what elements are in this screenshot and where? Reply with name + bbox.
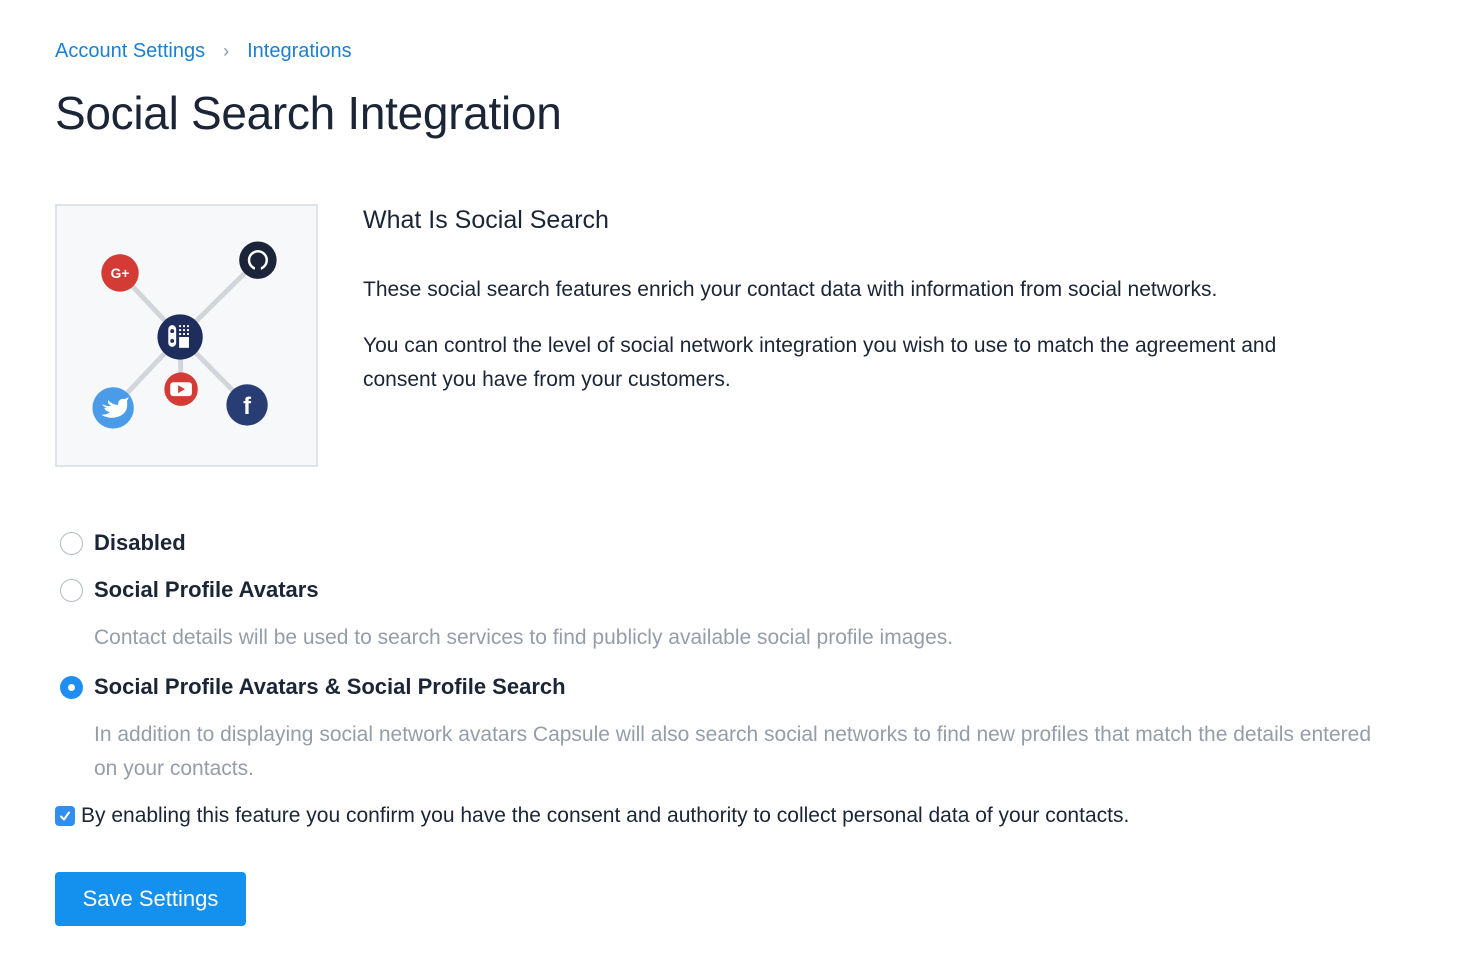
info-heading: What Is Social Search [363,206,609,234]
hub-icon [157,314,203,360]
consent-label: By enabling this feature you confirm you… [81,804,1130,827]
option-avatars-and-search[interactable]: Social Profile Avatars & Social Profile … [60,674,566,700]
option-description: Contact details will be used to search s… [94,626,954,649]
facebook-icon: f [226,384,268,426]
option-social-profile-avatars[interactable]: Social Profile Avatars [60,577,319,603]
checkmark-icon [60,811,70,821]
what-is-social-search: What Is Social Search These social searc… [363,206,1353,419]
radio-social-profile-avatars[interactable] [60,578,83,602]
radio-disabled[interactable] [60,531,83,555]
breadcrumb-integrations[interactable]: Integrations [247,40,352,63]
svg-text:G+: G+ [111,266,130,281]
twitter-icon [92,387,134,429]
consent-checkbox-row[interactable]: By enabling this feature you confirm you… [55,804,1129,828]
option-label: Social Profile Avatars & Social Profile … [94,674,566,699]
page-title: Social Search Integration [55,87,562,139]
option-disabled[interactable]: Disabled [60,530,186,556]
breadcrumb: Account Settings › Integrations [55,40,352,63]
social-network-diagram: G+ f [92,241,277,429]
github-icon [239,241,277,279]
youtube-icon [164,372,198,406]
info-paragraph-2: You can control the level of social netw… [363,334,1277,391]
svg-text:f: f [243,394,251,420]
option-description: In addition to displaying social network… [94,723,1372,780]
option-label: Social Profile Avatars [94,577,319,602]
google-plus-icon: G+ [101,254,139,292]
radio-avatars-and-search[interactable] [60,675,83,699]
consent-checkbox[interactable] [55,806,75,826]
chevron-right-icon: › [223,41,230,61]
social-network-illustration: G+ f [55,204,318,467]
breadcrumb-account-settings[interactable]: Account Settings [55,40,205,63]
save-settings-button[interactable]: Save Settings [55,872,246,926]
info-paragraph-1: These social search features enrich your… [363,278,1218,301]
option-label: Disabled [94,530,186,555]
